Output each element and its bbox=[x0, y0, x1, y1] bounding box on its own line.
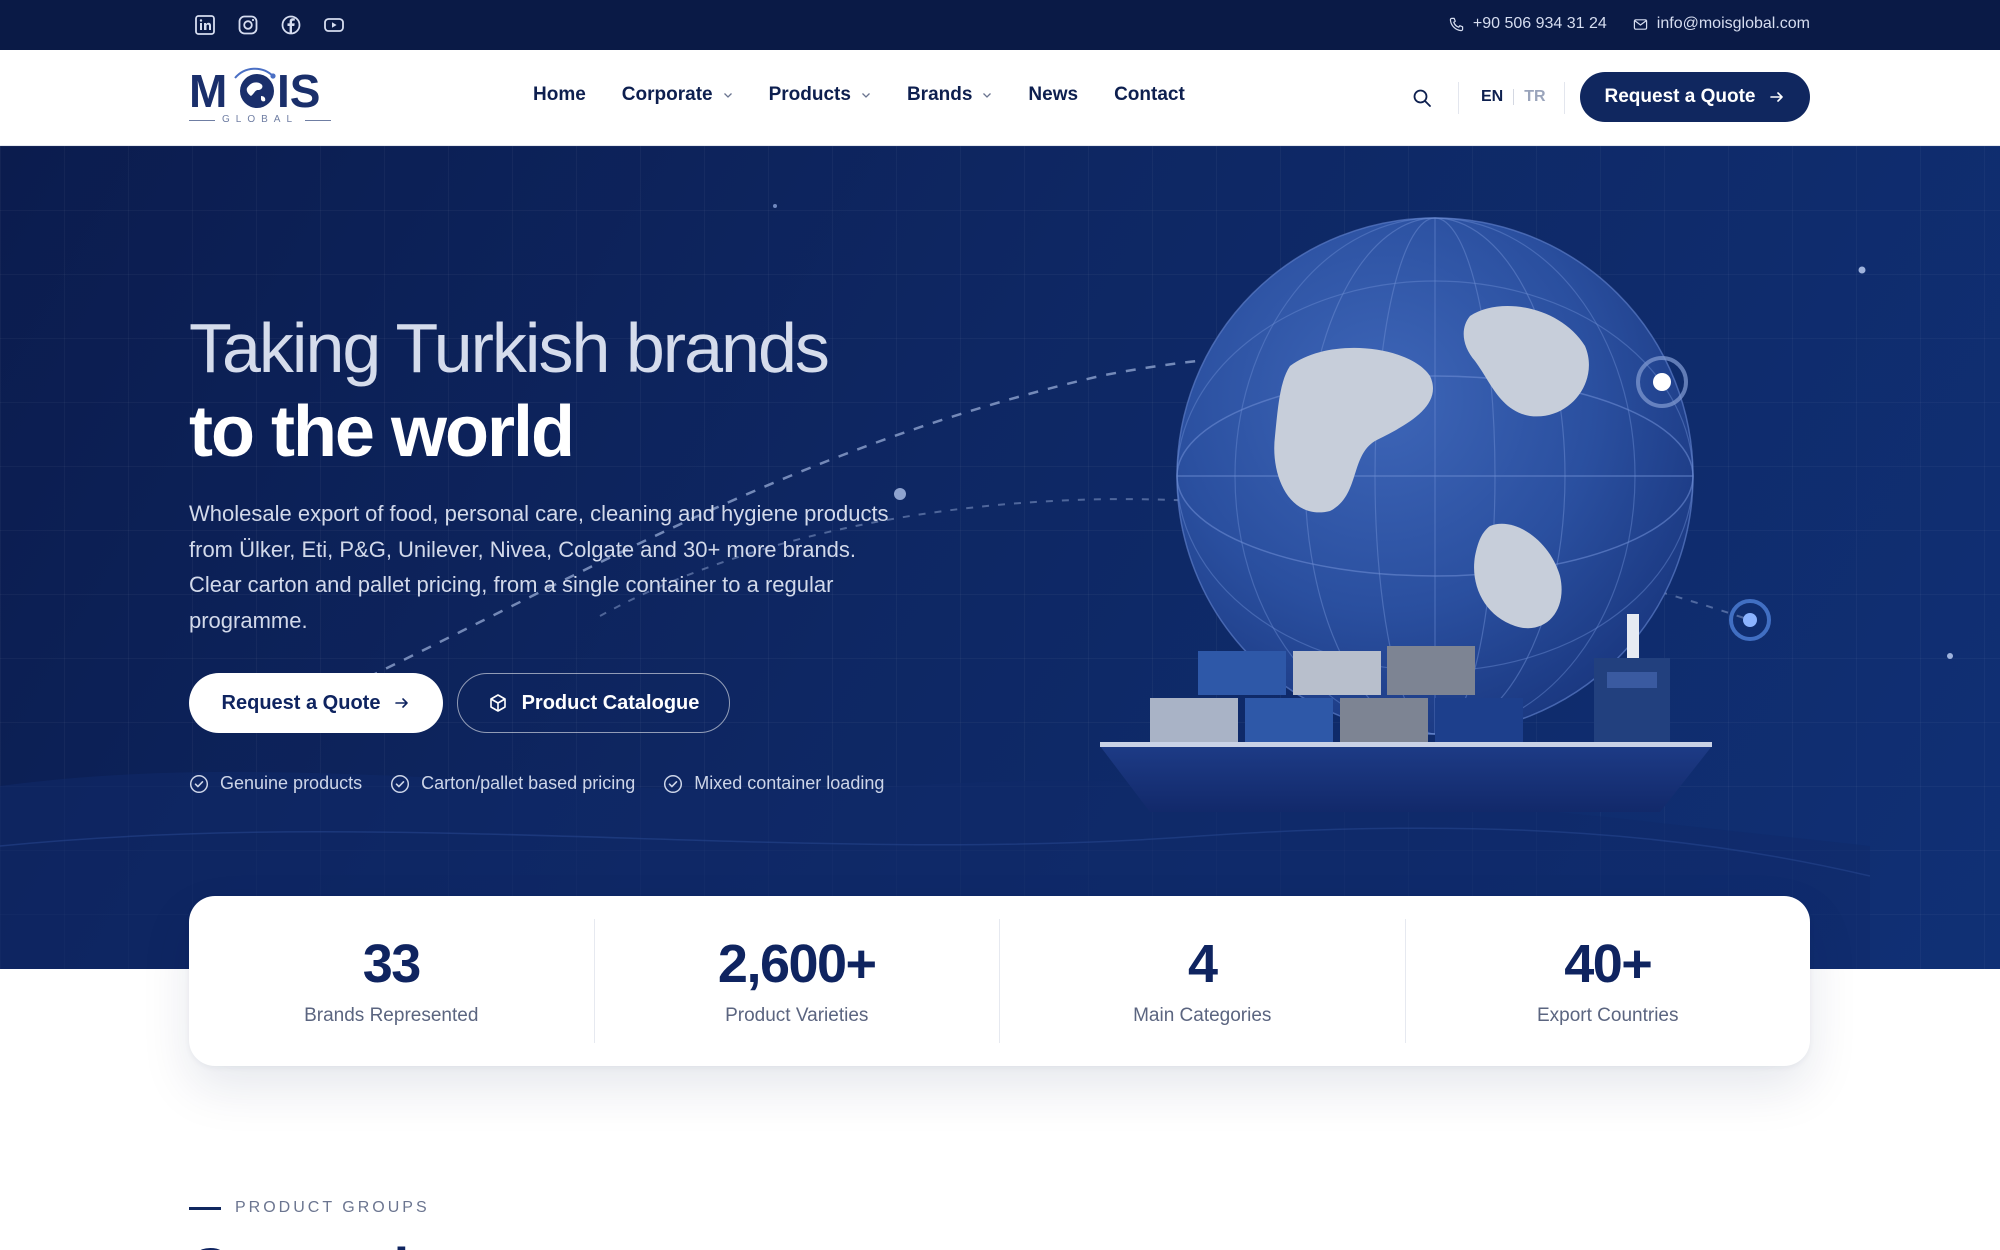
facebook-icon[interactable] bbox=[281, 15, 301, 35]
youtube-icon[interactable] bbox=[324, 15, 344, 35]
feature-item: Carton/pallet based pricing bbox=[390, 773, 635, 794]
hero-title: Taking Turkish brands to the world bbox=[189, 306, 1089, 474]
stat-value: 4 bbox=[1187, 934, 1218, 994]
svg-text:IS: IS bbox=[277, 66, 320, 116]
feature-item: Mixed container loading bbox=[663, 773, 884, 794]
stat-label: Product Varieties bbox=[725, 1005, 869, 1026]
search-icon[interactable] bbox=[1412, 88, 1432, 108]
hero-description: Wholesale export of food, personal care,… bbox=[189, 501, 889, 633]
hero-section: Taking Turkish brands to the world Whole… bbox=[0, 146, 2000, 969]
email-address: info@moisglobal.com bbox=[1656, 15, 1810, 32]
top-bar: +90 506 934 31 24 info@moisglobal.com bbox=[0, 0, 2000, 50]
contact-info: +90 506 934 31 24 info@moisglobal.com bbox=[1449, 15, 1810, 33]
stat-label: Brands Represented bbox=[304, 1005, 479, 1026]
stats-card: 33 Brands Represented 2,600+ Product Var… bbox=[189, 896, 1810, 1066]
check-circle-icon bbox=[189, 774, 209, 793]
stat-item: 33 Brands Represented bbox=[189, 919, 594, 1043]
hero-request-quote-label: Request a Quote bbox=[221, 691, 381, 714]
box-icon bbox=[489, 694, 506, 712]
phone-link[interactable]: +90 506 934 31 24 bbox=[1449, 15, 1607, 33]
check-circle-icon bbox=[391, 774, 410, 793]
lang-divider bbox=[1513, 89, 1515, 105]
product-catalogue-label: Product Catalogue bbox=[521, 691, 700, 714]
instagram-icon[interactable] bbox=[238, 15, 258, 35]
lang-tr[interactable]: TR bbox=[1524, 88, 1545, 106]
check-circle-icon bbox=[664, 774, 683, 793]
stat-item: 4 Main Categories bbox=[999, 919, 1405, 1043]
chevron-down-icon bbox=[983, 93, 992, 98]
stat-item: 2,600+ Product Varieties bbox=[593, 919, 1000, 1043]
eyebrow-bar bbox=[189, 1206, 221, 1210]
social-links bbox=[195, 15, 344, 35]
request-quote-button[interactable]: Request a Quote bbox=[1580, 72, 1810, 122]
nav-menu: Home Corporate Products Brands News Cont… bbox=[533, 84, 1185, 106]
nav-label-brands: Brands bbox=[906, 84, 973, 105]
email-link[interactable]: info@moisglobal.com bbox=[1633, 15, 1810, 33]
request-quote-label: Request a Quote bbox=[1604, 86, 1756, 107]
nav-label-home: Home bbox=[533, 84, 586, 105]
stat-item: 40+ Export Countries bbox=[1404, 919, 1811, 1043]
stat-value: 2,600+ bbox=[717, 934, 877, 994]
nav-item-contact[interactable]: Contact bbox=[1114, 84, 1185, 106]
stat-value: 40+ bbox=[1564, 934, 1653, 994]
phone-icon bbox=[1449, 17, 1464, 31]
feature-label: Carton/pallet based pricing bbox=[421, 773, 636, 793]
linkedin-icon[interactable] bbox=[195, 15, 215, 35]
site-logo[interactable]: M IS GLOBAL bbox=[189, 65, 331, 128]
nav-label-news: News bbox=[1028, 84, 1079, 105]
hero-request-quote-button[interactable]: Request a Quote bbox=[189, 673, 443, 733]
logo-subtitle: GLOBAL bbox=[189, 114, 331, 125]
logo-mark: M IS bbox=[189, 65, 320, 117]
feature-item: Genuine products bbox=[189, 773, 362, 794]
nav-divider bbox=[1458, 82, 1459, 114]
nav-item-brands[interactable]: Brands bbox=[907, 84, 992, 106]
lang-en[interactable]: EN bbox=[1481, 88, 1503, 106]
svg-text:M: M bbox=[189, 66, 227, 116]
product-catalogue-button[interactable]: Product Catalogue bbox=[457, 673, 730, 733]
nav-item-news[interactable]: News bbox=[1028, 84, 1078, 106]
stat-label: Main Categories bbox=[1133, 1005, 1272, 1026]
stat-label: Export Countries bbox=[1536, 1005, 1679, 1026]
section-eyebrow: PRODUCT GROUPS bbox=[189, 1199, 430, 1217]
nav-label-contact: Contact bbox=[1114, 84, 1185, 105]
mail-icon bbox=[1633, 18, 1647, 30]
hero-title-line-2: to the world bbox=[189, 392, 575, 472]
chevron-down-icon bbox=[723, 93, 732, 98]
section-title: Categories bbox=[189, 1238, 469, 1250]
feature-label: Genuine products bbox=[220, 773, 363, 793]
language-switcher: EN TR bbox=[1481, 88, 1546, 106]
nav-item-corporate[interactable]: Corporate bbox=[622, 84, 733, 106]
phone-number: +90 506 934 31 24 bbox=[1472, 15, 1607, 32]
hero-features: Genuine products Carton/pallet based pri… bbox=[189, 773, 884, 794]
hero-title-line-1: Taking Turkish brands bbox=[189, 309, 830, 387]
stat-value: 33 bbox=[362, 934, 422, 994]
main-navigation: M IS GLOBAL Home Corporate Products Bran… bbox=[0, 50, 2000, 146]
nav-label-corporate: Corporate bbox=[621, 84, 713, 105]
arrow-right-icon bbox=[1770, 92, 1784, 102]
nav-label-products: Products bbox=[768, 84, 851, 105]
nav-item-products[interactable]: Products bbox=[769, 84, 871, 106]
section-eyebrow-label: PRODUCT GROUPS bbox=[235, 1199, 430, 1216]
arrow-right-icon bbox=[395, 698, 409, 708]
feature-label: Mixed container loading bbox=[694, 773, 885, 793]
nav-item-home[interactable]: Home bbox=[533, 84, 586, 106]
chevron-down-icon bbox=[861, 93, 870, 98]
nav-divider bbox=[1564, 82, 1565, 114]
